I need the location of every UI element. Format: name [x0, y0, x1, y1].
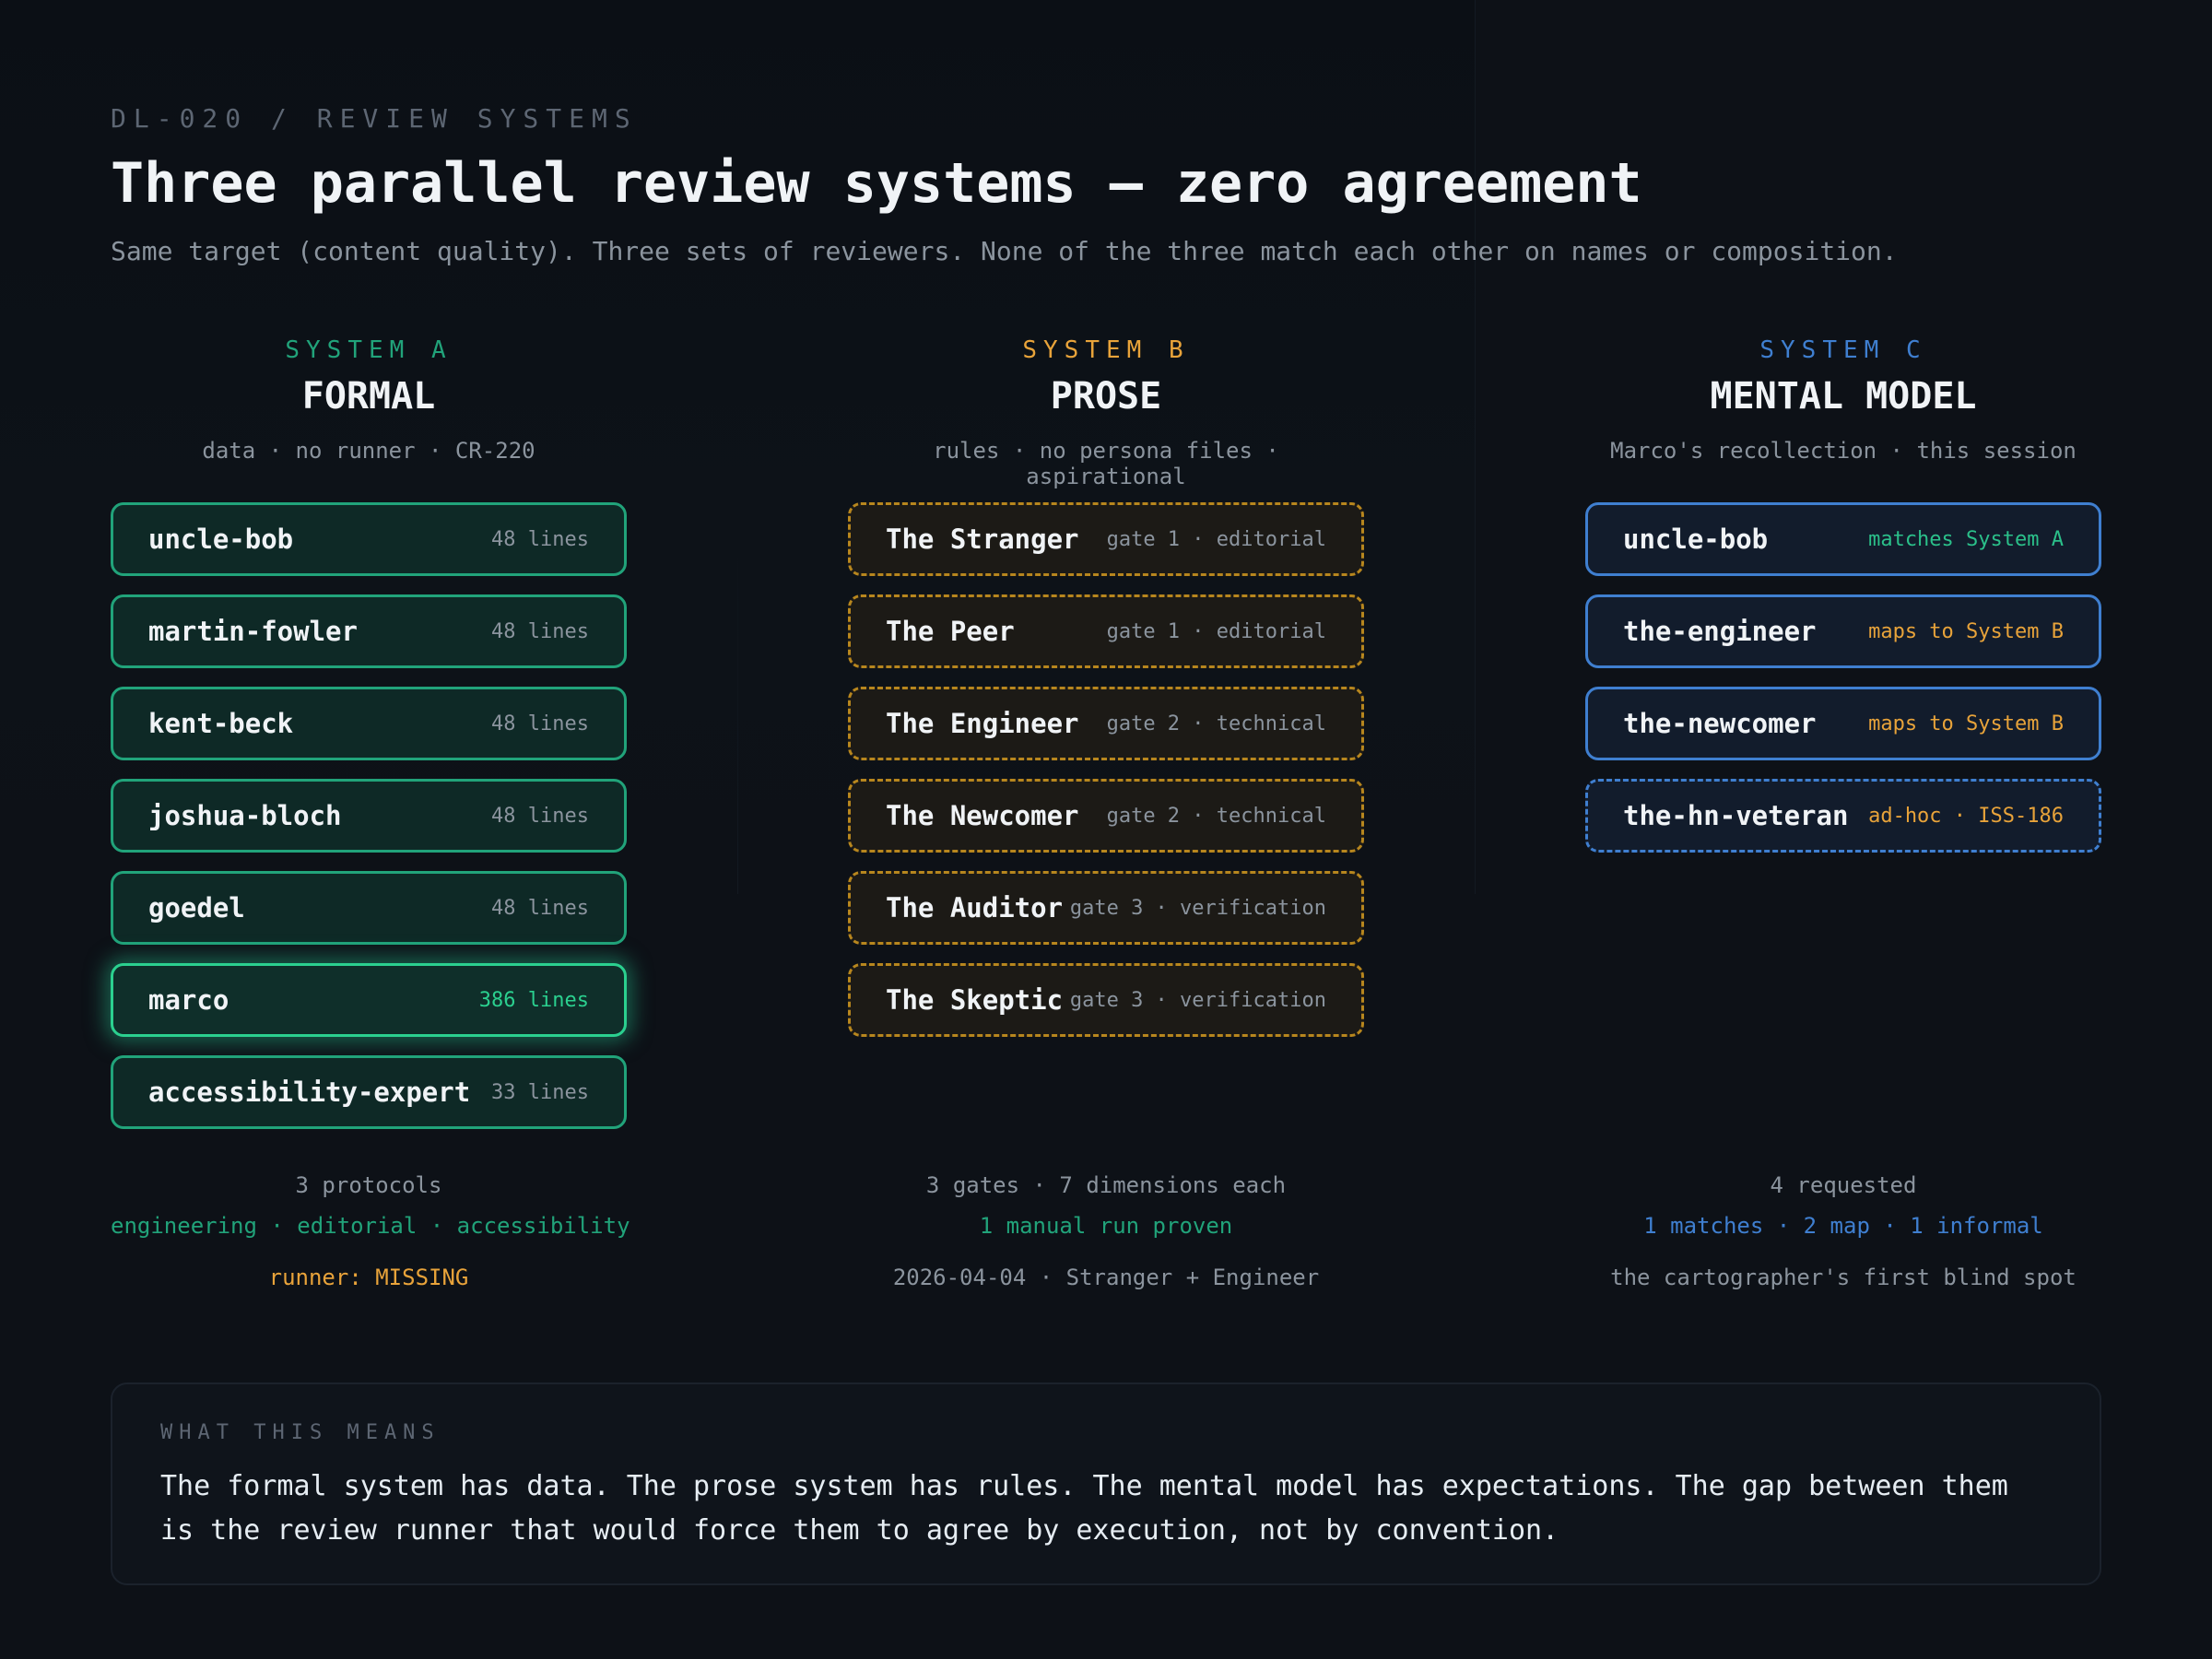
reviewer-name: uncle-bob	[148, 524, 294, 555]
system-b-cards: The Stranger gate 1 · editorial The Peer…	[848, 502, 1364, 1037]
reviewer-name: The Auditor	[886, 892, 1064, 924]
reviewer-card: The Peer gate 1 · editorial	[848, 594, 1364, 668]
reviewer-meta: gate 1 · editorial	[1106, 527, 1326, 551]
reviewer-card: goedel 48 lines	[111, 871, 627, 945]
reviewer-card: The Auditor gate 3 · verification	[848, 871, 1364, 945]
reviewer-card: The Skeptic gate 3 · verification	[848, 963, 1364, 1037]
reviewer-meta: 48 lines	[491, 896, 589, 920]
reviewer-name: The Skeptic	[886, 984, 1064, 1016]
reviewer-name: martin-fowler	[148, 616, 358, 647]
system-b-desc: rules · no persona files · aspirational	[933, 438, 1279, 489]
reviewer-meta: maps to System B	[1868, 712, 2064, 735]
system-a-name: FORMAL	[301, 375, 436, 418]
footer-detail: 1 matches · 2 map · 1 informal	[1643, 1213, 2043, 1239]
reviewer-card: The Stranger gate 1 · editorial	[848, 502, 1364, 576]
page-subtitle: Same target (content quality). Three set…	[111, 236, 1898, 266]
reviewer-name: the-newcomer	[1623, 708, 1817, 739]
system-b-column: SYSTEM B PROSE rules · no persona files …	[848, 336, 1364, 1055]
reviewer-name: The Peer	[886, 616, 1015, 647]
reviewer-meta: gate 3 · verification	[1069, 896, 1326, 920]
reviewer-card: The Engineer gate 2 · technical	[848, 687, 1364, 760]
callout-label: WHAT THIS MEANS	[160, 1421, 441, 1444]
reviewer-name: marco	[148, 984, 229, 1016]
reviewer-meta: 48 lines	[491, 527, 589, 551]
system-c-name: MENTAL MODEL	[1710, 375, 1977, 418]
reviewer-card: joshua-bloch 48 lines	[111, 779, 627, 853]
system-c-footer: 4 requested 1 matches · 2 map · 1 inform…	[1585, 1172, 2101, 1301]
reviewer-name: the-hn-veteran	[1623, 800, 1849, 831]
system-b-footer: 3 gates · 7 dimensions each 1 manual run…	[848, 1172, 1364, 1301]
reviewer-card-informal: the-hn-veteran ad-hoc · ISS-186	[1585, 779, 2101, 853]
system-a-cards: uncle-bob 48 lines martin-fowler 48 line…	[111, 502, 627, 1129]
reviewer-name: The Newcomer	[886, 800, 1079, 831]
page-title: Three parallel review systems — zero agr…	[111, 151, 1642, 216]
reviewer-name: accessibility-expert	[148, 1077, 471, 1108]
footer-summary: 4 requested	[1770, 1172, 1917, 1198]
system-c-column: SYSTEM C MENTAL MODEL Marco's recollecti…	[1585, 336, 2101, 871]
reviewer-name: the-engineer	[1623, 616, 1817, 647]
reviewer-name: kent-beck	[148, 708, 294, 739]
system-a-column: SYSTEM A FORMAL data · no runner · CR-22…	[111, 336, 627, 1147]
footer-status: runner: MISSING	[268, 1265, 469, 1290]
footer-summary: 3 protocols	[295, 1172, 442, 1198]
reviewer-name: goedel	[148, 892, 245, 924]
reviewer-meta: 386 lines	[478, 988, 589, 1012]
reviewer-card: the-newcomer maps to System B	[1585, 687, 2101, 760]
reviewer-name: The Engineer	[886, 708, 1079, 739]
reviewer-meta: gate 2 · technical	[1106, 804, 1326, 828]
kicker: DL-020 / REVIEW SYSTEMS	[111, 103, 638, 134]
system-a-footer: 3 protocols engineering · editorial · ac…	[111, 1172, 630, 1301]
system-b-name: PROSE	[1050, 375, 1162, 418]
reviewer-meta: ad-hoc · ISS-186	[1868, 804, 2064, 828]
reviewer-card: The Newcomer gate 2 · technical	[848, 779, 1364, 853]
reviewer-card-highlighted: marco 386 lines	[111, 963, 627, 1037]
reviewer-name: joshua-bloch	[148, 800, 342, 831]
reviewer-card: martin-fowler 48 lines	[111, 594, 627, 668]
reviewer-card: the-engineer maps to System B	[1585, 594, 2101, 668]
footer-summary: 3 gates · 7 dimensions each	[925, 1172, 1287, 1198]
reviewer-name: uncle-bob	[1623, 524, 1769, 555]
reviewer-card: uncle-bob matches System A	[1585, 502, 2101, 576]
reviewer-meta: 33 lines	[491, 1080, 589, 1104]
reviewer-meta: 48 lines	[491, 712, 589, 735]
reviewer-meta: gate 3 · verification	[1069, 988, 1326, 1012]
system-c-label: SYSTEM C	[1759, 336, 1927, 364]
callout-box: WHAT THIS MEANS The formal system has da…	[111, 1382, 2101, 1585]
system-a-label: SYSTEM A	[285, 336, 453, 364]
reviewer-card: accessibility-expert 33 lines	[111, 1055, 627, 1129]
reviewer-meta: 48 lines	[491, 804, 589, 828]
reviewer-meta: 48 lines	[491, 619, 589, 643]
reviewer-name: The Stranger	[886, 524, 1079, 555]
system-a-desc: data · no runner · CR-220	[202, 438, 535, 464]
system-c-desc: Marco's recollection · this session	[1610, 438, 2077, 464]
reviewer-meta: maps to System B	[1868, 619, 2064, 643]
reviewer-card: uncle-bob 48 lines	[111, 502, 627, 576]
reviewer-meta: gate 2 · technical	[1106, 712, 1326, 735]
callout-text: The formal system has data. The prose sy…	[160, 1470, 2008, 1547]
system-b-label: SYSTEM B	[1022, 336, 1190, 364]
reviewer-meta: matches System A	[1868, 527, 2064, 551]
footer-detail: 1 manual run proven	[979, 1213, 1233, 1239]
footer-detail: engineering · editorial · accessibility	[111, 1213, 630, 1239]
footer-status: the cartographer's first blind spot	[1610, 1265, 2077, 1290]
system-c-cards: uncle-bob matches System A the-engineer …	[1585, 502, 2101, 853]
reviewer-meta: gate 1 · editorial	[1106, 619, 1326, 643]
footer-status: 2026-04-04 · Stranger + Engineer	[892, 1265, 1320, 1290]
reviewer-card: kent-beck 48 lines	[111, 687, 627, 760]
